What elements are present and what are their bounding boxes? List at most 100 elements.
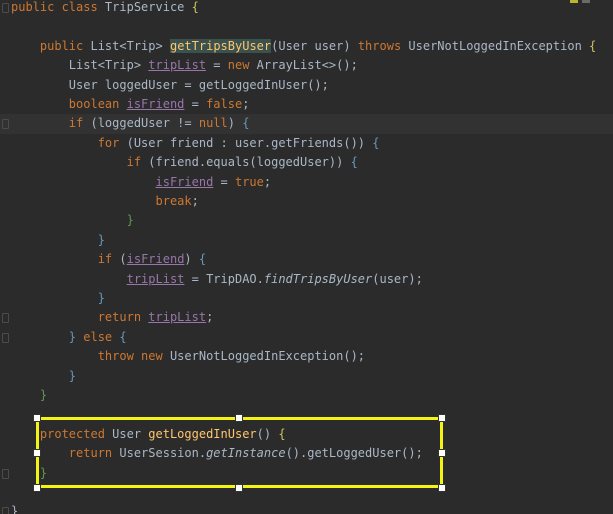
code-text: for (User friend : user.getFriends()) { <box>11 134 380 153</box>
code-token: ; <box>242 97 250 111</box>
code-token: (loggedUser != <box>90 116 199 131</box>
annotation-highlight-box <box>36 417 443 488</box>
code-token: UserNotLoggedInException <box>408 38 590 53</box>
code-token: (user); <box>372 271 423 286</box>
code-line[interactable]: tripList = TripDAO.findTripsByUser(user)… <box>0 270 613 289</box>
fold-marker-icon[interactable] <box>2 3 9 13</box>
code-text: boolean isFriend = false; <box>11 95 250 114</box>
fold-marker-icon[interactable] <box>2 313 9 324</box>
code-token: } <box>97 291 105 305</box>
code-editor[interactable]: public class TripService { public List<T… <box>0 0 613 514</box>
code-text: } <box>11 367 76 386</box>
code-text: } <box>11 386 47 405</box>
resize-handle-middle-right[interactable] <box>438 449 446 457</box>
code-token: ; <box>206 310 214 325</box>
code-token: { <box>372 135 380 150</box>
code-token: List<Trip> <box>11 58 149 73</box>
code-line[interactable]: } <box>0 211 613 230</box>
code-text: List<Trip> tripList = new ArrayList<>(); <box>11 56 358 75</box>
code-token: } <box>11 504 19 514</box>
code-text: if (loggedUser != null) { <box>11 114 250 133</box>
code-token: = <box>213 174 235 189</box>
code-line[interactable]: return tripList; <box>0 308 613 327</box>
code-line[interactable]: } <box>0 231 613 250</box>
code-token: { <box>191 0 199 14</box>
code-token: List<Trip> <box>90 38 170 53</box>
code-text: } <box>11 289 105 308</box>
code-line[interactable]: public List<Trip> getTripsByUser(User us… <box>0 37 613 56</box>
code-token: ) <box>227 116 243 131</box>
code-token: public <box>39 38 91 53</box>
code-line[interactable]: } <box>0 367 613 386</box>
code-token: } <box>39 388 48 402</box>
fold-marker-icon[interactable] <box>2 119 9 130</box>
resize-handle-bottom-left[interactable] <box>33 484 41 492</box>
code-text: } <box>11 502 18 514</box>
code-line[interactable]: for (User friend : user.getFriends()) { <box>0 134 613 153</box>
code-text: break; <box>11 192 199 211</box>
code-token: public class <box>11 0 105 14</box>
code-token: for <box>97 135 127 150</box>
code-token: if <box>68 116 91 131</box>
code-line[interactable]: User loggedUser = getLoggedInUser(); <box>0 76 613 95</box>
code-token: boolean <box>68 97 127 111</box>
resize-handle-top-right[interactable] <box>438 414 446 422</box>
code-text: return tripList; <box>11 308 214 327</box>
code-text: } <box>11 231 105 250</box>
code-token: throws <box>357 38 409 53</box>
code-token: getTripsByUser <box>169 38 272 53</box>
code-token: findTripsByUser <box>263 271 373 286</box>
code-text: if (friend.equals(loggedUser)) { <box>11 153 358 172</box>
code-token: (User friend : user.getFriends()) <box>126 135 373 150</box>
code-line[interactable]: boolean isFriend = false; <box>0 95 613 114</box>
code-token: new <box>227 58 257 73</box>
code-line[interactable]: if (isFriend) { <box>0 250 613 269</box>
code-line[interactable]: if (loggedUser != null) { <box>0 114 613 134</box>
resize-handle-bottom-middle[interactable] <box>235 484 243 492</box>
code-line[interactable]: break; <box>0 192 613 211</box>
code-line[interactable]: } <box>0 502 613 514</box>
code-token: if <box>126 155 149 170</box>
resize-handle-middle-left[interactable] <box>33 449 41 457</box>
code-line[interactable]: public class TripService { <box>0 0 613 17</box>
code-token: = <box>184 97 207 111</box>
code-token: { <box>119 329 127 344</box>
code-line[interactable] <box>0 17 613 36</box>
code-text: throw new UserNotLoggedInException(); <box>11 347 365 366</box>
code-token: = <box>206 58 228 73</box>
code-token: } <box>68 329 84 344</box>
code-line[interactable]: isFriend = true; <box>0 173 613 192</box>
code-token: = TripDAO. <box>184 271 264 286</box>
code-token: TripService <box>104 0 192 14</box>
code-token: } <box>68 368 77 383</box>
code-token: return <box>97 310 149 325</box>
code-token: isFriend <box>155 174 214 189</box>
code-line[interactable]: } <box>0 289 613 308</box>
resize-handle-bottom-right[interactable] <box>438 484 446 492</box>
fold-marker-icon[interactable] <box>2 468 9 479</box>
code-line[interactable]: throw new UserNotLoggedInException(); <box>0 347 613 366</box>
code-token: ; <box>191 194 199 208</box>
code-line[interactable]: } else { <box>0 328 613 347</box>
code-line[interactable]: if (friend.equals(loggedUser)) { <box>0 153 613 172</box>
code-token: tripList <box>148 310 207 325</box>
code-token: { <box>242 116 250 131</box>
code-line[interactable]: } <box>0 386 613 405</box>
fold-marker-icon[interactable] <box>2 507 9 514</box>
code-line[interactable]: List<Trip> tripList = new ArrayList<>(); <box>0 56 613 75</box>
code-token: { <box>589 38 597 53</box>
code-text: } <box>11 211 134 230</box>
resize-handle-top-middle[interactable] <box>235 414 243 422</box>
fold-marker-icon[interactable] <box>2 332 9 343</box>
resize-handle-top-left[interactable] <box>33 414 41 422</box>
code-text: public class TripService { <box>11 0 199 17</box>
